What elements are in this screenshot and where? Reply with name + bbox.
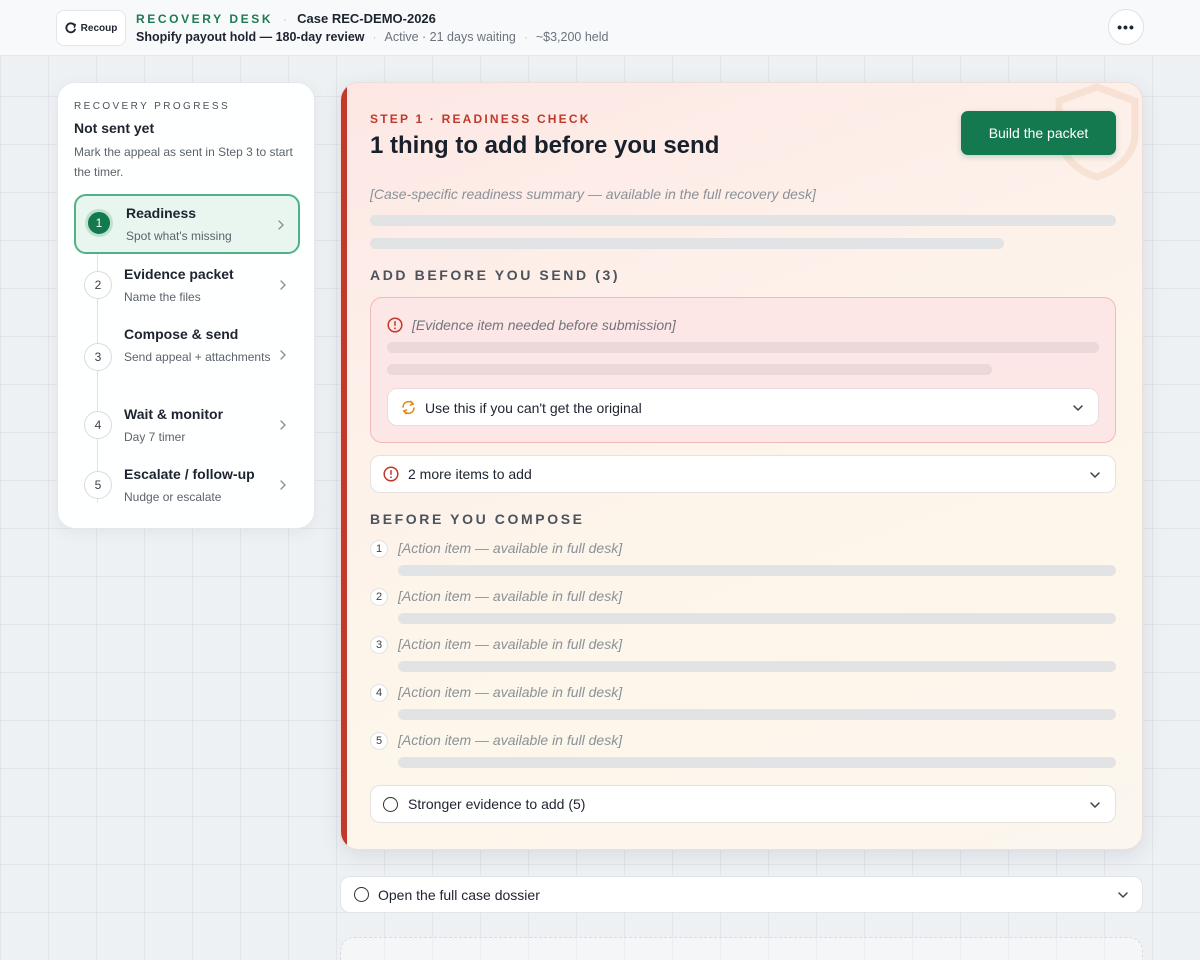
step-title: Compose & send: [124, 326, 239, 342]
evidence-item-card: [Evidence item needed before submission]…: [370, 297, 1116, 443]
stronger-evidence-label: Stronger evidence to add (5): [408, 796, 586, 812]
empty-dropzone: [340, 937, 1143, 960]
more-items-label: 2 more items to add: [408, 466, 532, 482]
circle-icon: [383, 797, 398, 812]
separator-dot: ·: [523, 30, 528, 44]
skeleton-line: [398, 565, 1116, 576]
progress-status: Not sent yet: [74, 120, 155, 136]
skeleton-line: [370, 215, 1116, 226]
more-items-dropdown[interactable]: 2 more items to add: [370, 455, 1116, 493]
refresh-icon: [402, 400, 415, 415]
action-number: 3: [370, 636, 388, 654]
chevron-right-icon: [280, 280, 286, 290]
separator-dot: ·: [372, 30, 377, 44]
skeleton-line: [370, 238, 1004, 249]
step-evidence-packet[interactable]: 2 Evidence packet Name the files: [74, 256, 300, 316]
action-item-text: [Action item — available in full desk]: [398, 684, 623, 700]
step-title: Escalate / follow-up: [124, 466, 255, 482]
case-status: Active · 21 days waiting: [384, 30, 516, 44]
step-title: Evidence packet: [124, 266, 234, 282]
step-number: 3: [84, 343, 112, 371]
chevron-down-icon: [1090, 802, 1100, 809]
chevron-down-icon: [1073, 405, 1083, 412]
build-packet-button[interactable]: Build the packet: [961, 111, 1116, 155]
case-dossier-dropdown[interactable]: Open the full case dossier: [340, 876, 1143, 913]
step-eyebrow: STEP 1 · READINESS CHECK: [370, 112, 591, 126]
readiness-headline: 1 thing to add before you send: [370, 132, 720, 159]
action-number: 4: [370, 684, 388, 702]
step-subtitle: Nudge or escalate: [124, 490, 222, 504]
step-compose-send[interactable]: 3 Compose & send Send appeal + attachmen…: [74, 316, 300, 396]
step-number: 2: [84, 271, 112, 299]
brand-row: RECOVERY DESK · Case REC-DEMO-2026: [136, 11, 436, 26]
action-number: 1: [370, 540, 388, 558]
case-title: Shopify payout hold — 180-day review: [136, 30, 365, 44]
step-escalate[interactable]: 5 Escalate / follow-up Nudge or escalate: [74, 456, 300, 516]
step-subtitle: Day 7 timer: [124, 430, 186, 444]
skeleton-line: [398, 661, 1116, 672]
progress-hint: Mark the appeal as sent in Step 3 to sta…: [74, 145, 293, 179]
before-compose-title: BEFORE YOU COMPOSE: [370, 511, 585, 527]
chevron-down-icon: [1090, 472, 1100, 479]
skeleton-line: [387, 342, 1099, 353]
chevron-right-icon: [280, 350, 286, 360]
step-title: Wait & monitor: [124, 406, 224, 422]
recoup-logo-icon: [65, 22, 76, 34]
alert-circle-icon: [383, 466, 399, 482]
chevron-right-icon: [278, 220, 284, 230]
step-number: 4: [84, 411, 112, 439]
evidence-item-title: [Evidence item needed before submission]: [412, 317, 676, 333]
brand-label: RECOVERY DESK: [136, 11, 274, 26]
held-amount: ~$3,200 held: [535, 30, 609, 44]
skeleton-line: [398, 613, 1116, 624]
fallback-option-label: Use this if you can't get the original: [425, 400, 642, 416]
step-subtitle: Spot what's missing: [126, 229, 232, 243]
case-id: Case REC-DEMO-2026: [297, 11, 436, 26]
progress-eyebrow: RECOVERY PROGRESS: [74, 101, 231, 112]
step-subtitle: Name the files: [124, 290, 201, 304]
action-number: 5: [370, 732, 388, 750]
alert-circle-icon: [387, 317, 403, 333]
chevron-right-icon: [280, 420, 286, 430]
logo-text: Recoup: [80, 22, 118, 34]
fallback-option-dropdown[interactable]: Use this if you can't get the original: [387, 388, 1099, 426]
action-item-text: [Action item — available in full desk]: [398, 636, 623, 652]
chevron-down-icon: [1118, 892, 1128, 899]
case-meta-row: Shopify payout hold — 180-day review · A…: [136, 30, 608, 44]
separator-dot: ·: [283, 11, 288, 26]
case-dossier-label: Open the full case dossier: [378, 887, 540, 903]
accent-bar: [341, 83, 347, 849]
more-options-icon: •••: [1117, 19, 1135, 35]
step-wait-monitor[interactable]: 4 Wait & monitor Day 7 timer: [74, 396, 300, 456]
stronger-evidence-dropdown[interactable]: Stronger evidence to add (5): [370, 785, 1116, 823]
readiness-summary: [Case-specific readiness summary — avail…: [370, 186, 816, 202]
skeleton-line: [398, 757, 1116, 768]
add-before-send-title: ADD BEFORE YOU SEND (3): [370, 267, 621, 283]
readiness-card: STEP 1 · READINESS CHECK 1 thing to add …: [340, 82, 1143, 850]
step-readiness[interactable]: 1 Readiness Spot what's missing: [74, 194, 300, 254]
skeleton-line: [398, 709, 1116, 720]
recovery-progress-card: RECOVERY PROGRESS Not sent yet Mark the …: [57, 82, 315, 529]
circle-icon: [354, 887, 369, 902]
top-bar: Recoup RECOVERY DESK · Case REC-DEMO-202…: [0, 0, 1200, 56]
step-number: 5: [84, 471, 112, 499]
action-item-text: [Action item — available in full desk]: [398, 540, 623, 556]
step-subtitle: Send appeal + attachments: [124, 350, 271, 364]
more-options-button[interactable]: •••: [1108, 9, 1144, 45]
step-title: Readiness: [126, 205, 197, 221]
action-item-text: [Action item — available in full desk]: [398, 588, 623, 604]
action-item-text: [Action item — available in full desk]: [398, 732, 623, 748]
step-number: 1: [85, 209, 113, 237]
recoup-logo[interactable]: Recoup: [56, 10, 126, 46]
skeleton-line: [387, 364, 992, 375]
chevron-right-icon: [280, 480, 286, 490]
action-number: 2: [370, 588, 388, 606]
